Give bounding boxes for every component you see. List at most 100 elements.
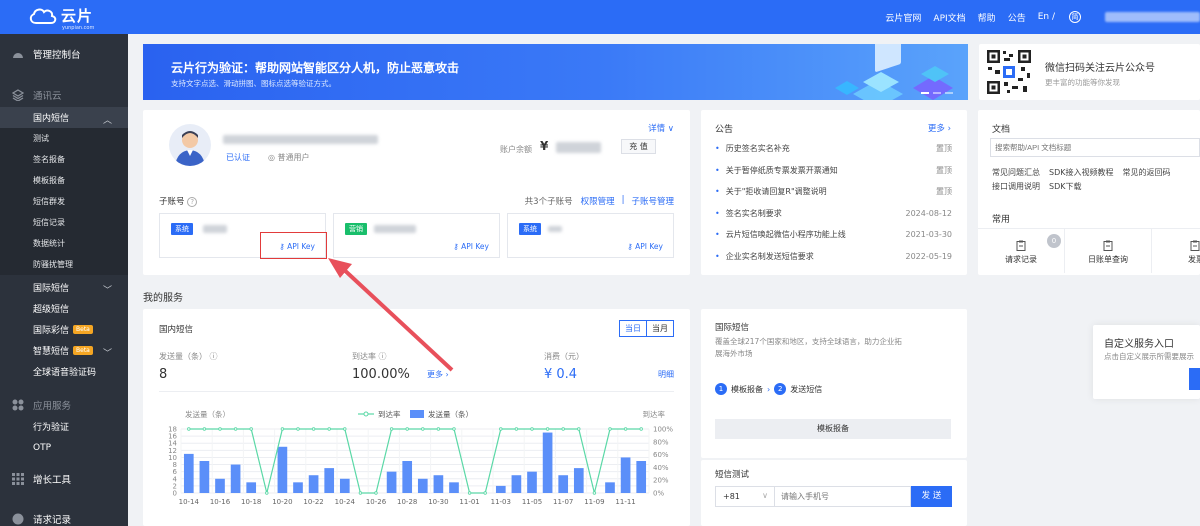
sms-volume-chart: 024681012141618 0% 20% 40% 60% 80% 100% 10-14 10… [168,409,673,506]
sidebar-item-anti-harass[interactable]: 防骚扰管理 [0,254,128,275]
avatar[interactable] [169,124,211,166]
chart-bar [558,475,569,493]
notice-item-title: 签名实名制要求 [715,208,782,219]
sidebar: 管理控制台 通讯云 国内短信 ︿ 测试 签名报备 模板报备 短信群发 短信记录 … [0,34,128,526]
subaccount-count: 共3个子账号 [524,197,573,207]
sidebar-item-behavior[interactable]: 行为验证 [0,416,128,437]
api-key-link[interactable]: ⚷ API Key [453,242,489,251]
lang-en: En / [1037,12,1055,22]
sidebar-item-growth[interactable]: 增长工具 [0,464,128,494]
sidebar-item-sms-records[interactable]: 短信记录 [0,212,128,233]
sidebar-item-template[interactable]: 模板报备 [0,170,128,191]
notice-item-date: 2021-03-30 [905,230,953,240]
sidebar-item-otp[interactable]: OTP [0,437,128,458]
sidebar-item-intl-mms[interactable]: 国际彩信 Beta [0,319,128,340]
doc-link-return-codes[interactable]: 常见的返回码 [1122,168,1170,177]
recharge-button[interactable]: 充 值 [621,139,656,154]
banner-subtitle: 支持文字点选、滑动拼图、图标点选等验证方式。 [171,79,336,88]
notice-more-link[interactable]: 更多 › [928,122,951,134]
sidebar-item-signature[interactable]: 签名报备 [0,149,128,170]
logo[interactable]: 云片 yunpian.com [28,6,94,31]
chart-point [452,427,456,431]
sidebar-label: 请求记录 [33,515,72,526]
chart-bar [620,457,631,493]
nav-official-site[interactable]: 云片官网 [885,11,921,24]
notice-item[interactable]: 关于"拒收请回复R"调整说明 置顶 [715,181,952,203]
sidebar-label: 全球语音验证码 [33,368,97,378]
sidebar-item-statistics[interactable]: 数据统计 [0,233,128,254]
sidebar-item-super-sms[interactable]: 超级短信 [0,298,128,319]
api-key-label: API Key [635,242,663,251]
notice-item[interactable]: 历史签名实名补充 置顶 [715,138,952,160]
account-detail-link[interactable]: 详情 ∨ [648,122,674,134]
nav-api-docs[interactable]: API文档 [933,11,965,24]
quick-invoice[interactable]: 发票 [1152,228,1200,273]
docs-search-input[interactable] [990,138,1200,157]
quick-daily-bill[interactable]: 日账单查询 [1065,228,1152,273]
chart-bar [495,485,506,493]
sidebar-item-test[interactable]: 测试 [0,128,128,149]
account-card: 已认证 ◎ 普通用户 详情 ∨ 账户余额 ¥ 充 值 子账号 ? 共3个子账号 … [143,110,690,275]
count-badge: 0 [1047,234,1061,248]
country-code-select[interactable]: +81 ∨ [715,486,775,507]
nav-help[interactable]: 帮助 [978,11,996,24]
sidebar-item-domestic-sms[interactable]: 国内短信 ︿ [0,107,128,128]
intl-steps: 1 模板报备 › 2 发送短信 [715,383,822,395]
language-switch[interactable]: En / 简 [1038,11,1093,23]
doc-link-faq[interactable]: 常见问题汇总 [992,168,1040,177]
sidebar-item-smart-sms[interactable]: 智慧短信 Beta ﹀ [0,340,128,361]
send-button[interactable]: 发 送 [911,486,952,507]
doc-link-api-guide[interactable]: 接口调用说明 [992,182,1040,191]
sidebar-label: 管理控制台 [33,50,81,61]
sidebar-label: 数据统计 [33,239,65,248]
intl-sms-panel: 国际短信 覆盖全球217个国家和地区，支持全球语言，助力企业拓展海外市场 1 模板… [701,309,967,458]
subaccount-card-3[interactable]: 系统 ⚷ API Key [507,213,674,258]
notice-item[interactable]: 企业实名制发送短信要求 2022-05-19 [715,246,952,268]
custom-entry-card[interactable]: 自定义服务入口 点击自定义展示所需要展示 [1093,325,1200,399]
top-bar: 云片 yunpian.com 云片官网 API文档 帮助 公告 En / 简 [0,0,1200,34]
template-report-button[interactable]: 模板报备 [715,419,951,439]
chart-point [202,427,207,431]
api-key-link[interactable]: ⚷ API Key [627,242,663,251]
phone-input[interactable] [775,486,911,507]
chevron-up-icon: ︿ [102,116,112,126]
banner-pagination[interactable] [921,92,957,94]
y-tick-right: 100% [653,426,673,434]
quick-request-records[interactable]: 请求记录 0 [978,228,1065,273]
notice-item-date: 置顶 [936,165,952,175]
doc-link-sdk-download[interactable]: SDK下载 [1049,182,1081,191]
sidebar-item-intl-sms[interactable]: 国际短信 ﹀ [0,277,128,298]
subaccount-card-2[interactable]: 营销 ⚷ API Key [333,213,500,258]
legend-point-swatch [363,411,369,417]
user-account-menu[interactable] [1105,12,1200,22]
banner-title: 云片行为验证：帮助网站智能区分人机，防止恶意攻击 [171,61,460,75]
common-title: 常用 [992,215,1011,225]
help-icon[interactable]: ? [187,197,198,207]
wechat-subtitle: 更丰富的功能等你发现 [1045,78,1120,87]
sidebar-item-bulk-send[interactable]: 短信群发 [0,191,128,212]
sidebar-item-request-records[interactable]: 请求记录 [0,504,128,526]
notice-item[interactable]: 云片短信唤起微信小程序功能上线 2021-03-30 [715,224,952,246]
chart-point [592,491,597,495]
notice-item[interactable]: 签名实名制要求 2024-08-12 [715,203,952,225]
clipboard-icon [1016,240,1026,251]
sidebar-item-voice[interactable]: 全球语音验证码 [0,361,128,382]
permission-manage-link[interactable]: 权限管理 [581,195,615,207]
promo-banner[interactable]: 云片行为验证：帮助网站智能区分人机，防止恶意攻击 支持文字点选、滑动拼图、图标点… [143,44,968,100]
subaccount-tag: 营销 [345,223,367,235]
nav-announcement[interactable]: 公告 [1008,11,1026,24]
verified-badge[interactable]: 已认证 [226,152,250,163]
docs-links: 常见问题汇总 SDK接入视频教程 常见的返回码 接口调用说明 SDK下载 [992,166,1200,194]
sidebar-item-dashboard[interactable]: 管理控制台 [0,39,128,69]
y-tick-left: 12 [168,447,177,455]
legend-label: 发送量（条） [428,409,473,419]
custom-action-button[interactable] [1189,368,1200,390]
record-icon [12,513,24,525]
notice-item[interactable]: 关于暂停纸质专票发票开票通知 置顶 [715,160,952,182]
subaccount-manage-link[interactable]: 子账号管理 [631,195,674,207]
chart-point [296,427,300,431]
doc-link-sdk-video[interactable]: SDK接入视频教程 [1049,168,1113,177]
notice-item-title: 关于"拒收请回复R"调整说明 [715,186,827,197]
step-label: 发送短信 [790,384,823,394]
intl-title: 国际短信 [715,323,750,333]
